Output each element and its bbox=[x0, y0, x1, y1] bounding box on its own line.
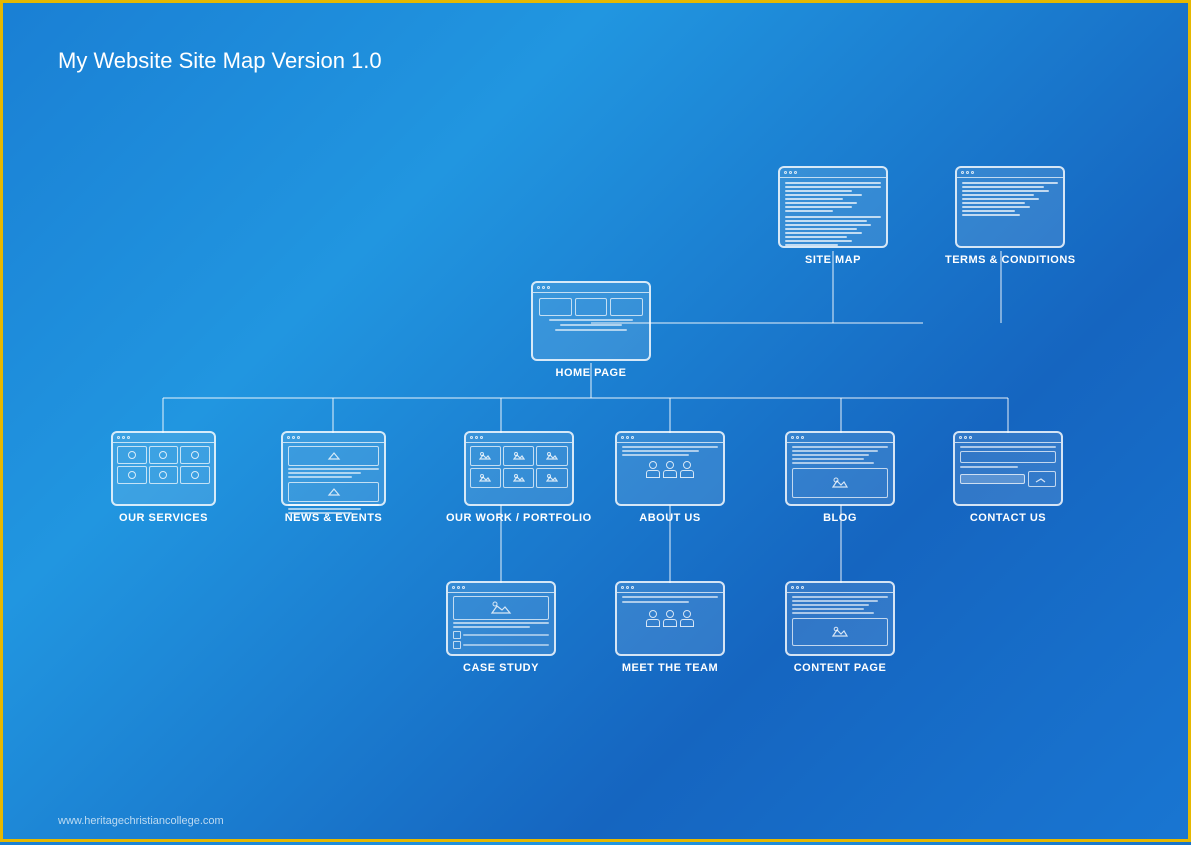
node-contact-us-label: CONTACT US bbox=[970, 512, 1046, 524]
node-contact-us: CONTACT US bbox=[953, 431, 1063, 524]
node-terms: TERMS & CONDITIONS bbox=[945, 166, 1076, 266]
footer-text: www.heritagechristiancollege.com bbox=[58, 815, 224, 827]
node-about-us: ABOUT US bbox=[615, 431, 725, 524]
node-news-events: NEWS & EVENTS bbox=[281, 431, 386, 524]
node-content-page: CONTENT PAGE bbox=[785, 581, 895, 674]
node-sitemap: SITE MAP bbox=[778, 166, 888, 266]
node-case-study: CASE STUDY bbox=[446, 581, 556, 674]
node-meet-team: MEET THE TEAM bbox=[615, 581, 725, 674]
node-about-us-label: ABOUT US bbox=[639, 512, 700, 524]
node-our-services: OUR SERVICES bbox=[111, 431, 216, 524]
node-home-label: HOME PAGE bbox=[556, 367, 627, 379]
page-title: My Website Site Map Version 1.0 bbox=[58, 48, 382, 74]
node-portfolio: OUR WORK / PORTFOLIO bbox=[446, 431, 592, 524]
node-blog-label: BLOG bbox=[823, 512, 857, 524]
node-blog: BLOG bbox=[785, 431, 895, 524]
node-terms-label: TERMS & CONDITIONS bbox=[945, 254, 1076, 266]
node-content-page-label: CONTENT PAGE bbox=[794, 662, 887, 674]
node-sitemap-label: SITE MAP bbox=[805, 254, 861, 266]
node-home: HOME PAGE bbox=[531, 281, 651, 379]
node-our-services-label: OUR SERVICES bbox=[119, 512, 208, 524]
node-portfolio-label: OUR WORK / PORTFOLIO bbox=[446, 512, 592, 524]
node-case-study-label: CASE STUDY bbox=[463, 662, 539, 674]
node-meet-team-label: MEET THE TEAM bbox=[622, 662, 718, 674]
